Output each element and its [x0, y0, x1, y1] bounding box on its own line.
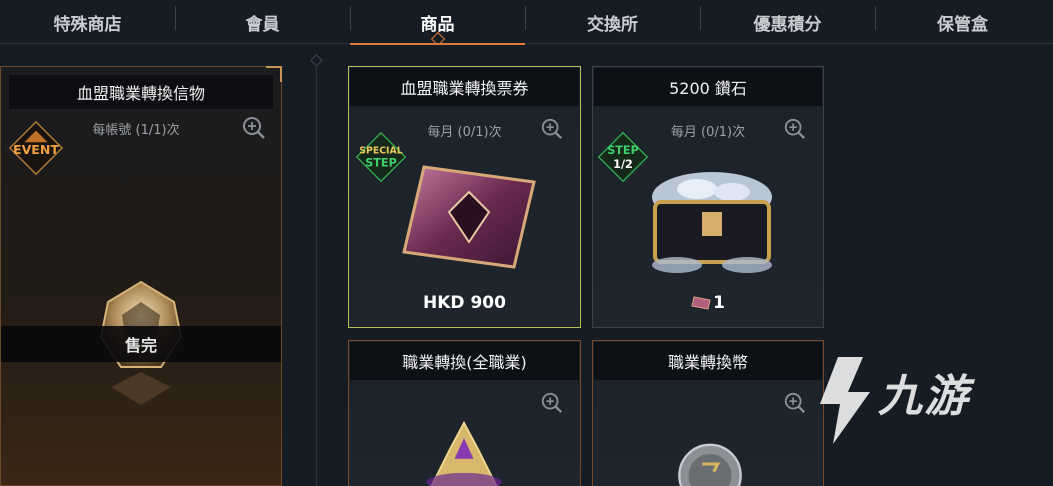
top-tab-bar: 特殊商店 會員 商品 交換所 優惠積分 保管盒	[0, 0, 1053, 47]
tab-special-shop[interactable]: 特殊商店	[0, 0, 175, 44]
zoom-icon[interactable]	[783, 117, 807, 141]
tab-reward-points[interactable]: 優惠積分	[700, 0, 875, 44]
product-title: 職業轉換幣	[594, 342, 822, 380]
tab-storage-box[interactable]: 保管盒	[875, 0, 1050, 44]
watermark-logo-icon	[820, 357, 870, 444]
ticket-icon	[402, 165, 536, 269]
event-product-card[interactable]: 血盟職業轉換信物 每帳號 (1/1)次 EVENT 售完	[0, 66, 282, 486]
tab-label: 會員	[245, 14, 280, 35]
product-cost: 1	[593, 293, 823, 313]
watermark-text: 九游	[878, 371, 970, 422]
treasure-chest-icon	[652, 172, 772, 273]
tab-products[interactable]: 商品	[350, 0, 525, 47]
event-badge-text: EVENT	[13, 142, 59, 157]
event-badge-icon: EVENT	[8, 120, 64, 176]
tab-label: 優惠積分	[753, 14, 822, 35]
badge-top-text: STEP	[607, 144, 639, 157]
ticket-currency-icon	[691, 296, 711, 310]
product-card-clan-ticket[interactable]: 血盟職業轉換票券 每月 (0/1)次 SPECIAL STEP HKD 900	[348, 66, 581, 328]
coin-icon	[678, 443, 742, 486]
badge-bottom-text: 1/2	[613, 158, 633, 171]
tab-label: 特殊商店	[53, 14, 122, 35]
product-price: HKD 900	[423, 293, 506, 313]
tab-label: 保管盒	[937, 14, 988, 35]
sold-out-banner: 售完	[1, 326, 281, 362]
zoom-icon[interactable]	[540, 391, 564, 415]
product-card-class-change-coin[interactable]: 職業轉換幣	[592, 340, 824, 486]
class-crest-icon	[426, 421, 502, 486]
watermark-logo: 九游	[808, 352, 1023, 447]
tab-label: 交換所	[587, 14, 638, 35]
zoom-icon[interactable]	[241, 115, 267, 141]
product-title: 職業轉換(全職業)	[350, 342, 579, 380]
zoom-icon[interactable]	[540, 117, 564, 141]
tab-membership[interactable]: 會員	[175, 0, 350, 44]
purchase-limit: 每帳號 (1/1)次	[92, 123, 180, 138]
product-title: 血盟職業轉換信物	[9, 75, 273, 109]
cost-amount: 1	[713, 293, 725, 313]
product-title: 5200 鑽石	[594, 68, 822, 106]
badge-bottom-text: STEP	[365, 156, 397, 169]
tab-exchange[interactable]: 交換所	[525, 0, 700, 44]
product-card-diamonds[interactable]: 5200 鑽石 每月 (0/1)次 STEP 1/2 1	[592, 66, 824, 328]
product-card-class-change-all[interactable]: 職業轉換(全職業)	[348, 340, 581, 486]
product-title: 血盟職業轉換票券	[350, 68, 579, 106]
column-divider	[316, 60, 317, 486]
badge-top-text: SPECIAL	[359, 145, 402, 156]
zoom-icon[interactable]	[783, 391, 807, 415]
